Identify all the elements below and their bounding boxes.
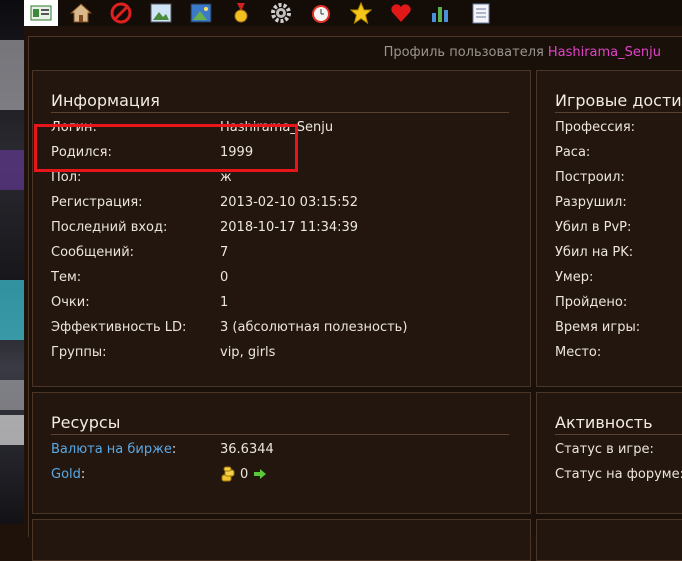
game-row: Убил на PK: xyxy=(555,243,682,261)
chart-icon[interactable] xyxy=(424,0,458,26)
activity-panel-divider xyxy=(555,434,682,435)
game-row: Пройдено: xyxy=(555,293,682,311)
resources-panel-title: Ресурсы xyxy=(51,413,121,432)
info-row-value: 2018-10-17 11:34:39 xyxy=(220,219,359,235)
topics-count-link[interactable]: 0 xyxy=(220,270,228,285)
game-row-label: Убил на PK: xyxy=(555,244,634,260)
info-row-label: Эффективность LD: xyxy=(51,319,187,335)
toolbar xyxy=(24,0,682,26)
info-row-messages: Сообщений: 7 xyxy=(51,243,228,261)
info-row-label: Очки: xyxy=(51,294,90,310)
group-vip-link[interactable]: vip xyxy=(220,345,240,360)
activity-row-label: Статус в игре: xyxy=(555,441,654,457)
resource-row-label: Валюта на бирже: xyxy=(51,442,220,457)
game-row-label: Убил в PvP: xyxy=(555,219,632,235)
alarm-clock-icon[interactable] xyxy=(304,0,338,26)
annotation-highlight-box xyxy=(34,124,298,172)
home-icon[interactable] xyxy=(64,0,98,26)
game-panel-divider xyxy=(555,112,682,113)
game-row-label: Профессия: xyxy=(555,119,636,135)
game-row: Убил в PvP: xyxy=(555,218,682,236)
resources-panel-divider xyxy=(51,434,509,435)
currency-value: 36.6344 xyxy=(220,441,274,457)
game-row: Построил: xyxy=(555,168,682,186)
gold-coins-icon xyxy=(220,466,236,482)
info-row-label: Регистрация: xyxy=(51,194,143,210)
game-row: Раса: xyxy=(555,143,682,161)
medal-icon[interactable] xyxy=(224,0,258,26)
info-row-topics: Тем: 0 xyxy=(51,268,228,286)
resource-row-currency: Валюта на бирже: 36.6344 xyxy=(51,440,274,458)
activity-row-label: Статус на форуме: xyxy=(555,466,682,482)
resource-row-label: Gold: xyxy=(51,467,220,482)
gold-value: 0 xyxy=(240,466,249,482)
resource-row-gold: Gold: 0 xyxy=(51,465,267,483)
game-row: Место: xyxy=(555,343,682,361)
game-row-label: Место: xyxy=(555,344,602,360)
ban-icon[interactable] xyxy=(104,0,138,26)
info-panel-title: Информация xyxy=(51,91,160,110)
image-icon[interactable] xyxy=(144,0,178,26)
info-row-value: 7 xyxy=(220,244,229,260)
profile-header-label: Профиль пользователя xyxy=(383,44,544,60)
currency-exchange-link[interactable]: Валюта на бирже xyxy=(51,442,172,457)
gold-link[interactable]: Gold xyxy=(51,467,81,482)
resources-panel: Ресурсы Валюта на бирже: 36.6344 Gold: 0 xyxy=(32,392,531,514)
heart-icon[interactable] xyxy=(384,0,418,26)
game-panel-title: Игровые достиж xyxy=(555,91,682,110)
notepad-icon[interactable] xyxy=(464,0,498,26)
game-row: Время игры: xyxy=(555,318,682,336)
profile-header: Профиль пользователя Hashirama_Senju xyxy=(29,37,682,67)
profile-card-icon[interactable] xyxy=(24,0,58,26)
bottom-panel xyxy=(32,519,531,561)
bottom-panel-right xyxy=(536,519,682,561)
label-colon: : xyxy=(171,441,177,457)
info-row-value: 1 xyxy=(220,294,229,310)
game-row: Разрушил: xyxy=(555,193,682,211)
game-achievements-panel: Игровые достиж Профессия: Раса: Построил… xyxy=(536,70,682,387)
picture-icon[interactable] xyxy=(184,0,218,26)
info-panel-divider xyxy=(51,112,509,113)
info-row-label: Сообщений: xyxy=(51,244,135,260)
profile-page: Профиль пользователя Hashirama_Senju Инф… xyxy=(28,36,682,561)
game-row-label: Время игры: xyxy=(555,319,641,335)
game-row-label: Пройдено: xyxy=(555,294,628,310)
transfer-arrow-icon[interactable] xyxy=(254,469,267,479)
group-girls-link[interactable]: girls xyxy=(248,345,276,360)
game-row-label: Построил: xyxy=(555,169,625,185)
info-row-points: Очки: 1 xyxy=(51,293,228,311)
star-icon[interactable] xyxy=(344,0,378,26)
activity-row: Статус на форуме: xyxy=(555,465,682,483)
info-row-groups: Группы: vip, girls xyxy=(51,343,275,361)
info-row-last-login: Последний вход: 2018-10-17 11:34:39 xyxy=(51,218,358,236)
label-colon: : xyxy=(80,466,86,482)
info-row-value: 2013-02-10 03:15:52 xyxy=(220,194,359,210)
info-row-label: Последний вход: xyxy=(51,219,168,235)
profile-username[interactable]: Hashirama_Senju xyxy=(548,45,661,60)
game-row: Профессия: xyxy=(555,118,682,136)
efficiency-note: (абсолютная полезность) xyxy=(228,319,408,335)
activity-panel: Активность Статус в игре: Статус на фору… xyxy=(536,392,682,514)
game-row-label: Умер: xyxy=(555,269,594,285)
group-separator: , xyxy=(239,344,248,360)
game-row-label: Разрушил: xyxy=(555,194,627,210)
gear-icon[interactable] xyxy=(264,0,298,26)
activity-panel-title: Активность xyxy=(555,413,653,432)
background-art-strip xyxy=(0,0,24,524)
game-row: Умер: xyxy=(555,268,682,286)
info-row-label: Тем: xyxy=(51,269,82,285)
game-row-label: Раса: xyxy=(555,144,591,160)
info-row-registration: Регистрация: 2013-02-10 03:15:52 xyxy=(51,193,358,211)
info-row-label: Группы: xyxy=(51,344,107,360)
efficiency-value: 3 xyxy=(220,319,229,335)
info-row-efficiency: Эффективность LD: 3 (абсолютная полезност… xyxy=(51,318,407,336)
activity-row: Статус в игре: xyxy=(555,440,682,458)
info-panel: Информация Логин: Hashirama_Senju Родился… xyxy=(32,70,531,387)
